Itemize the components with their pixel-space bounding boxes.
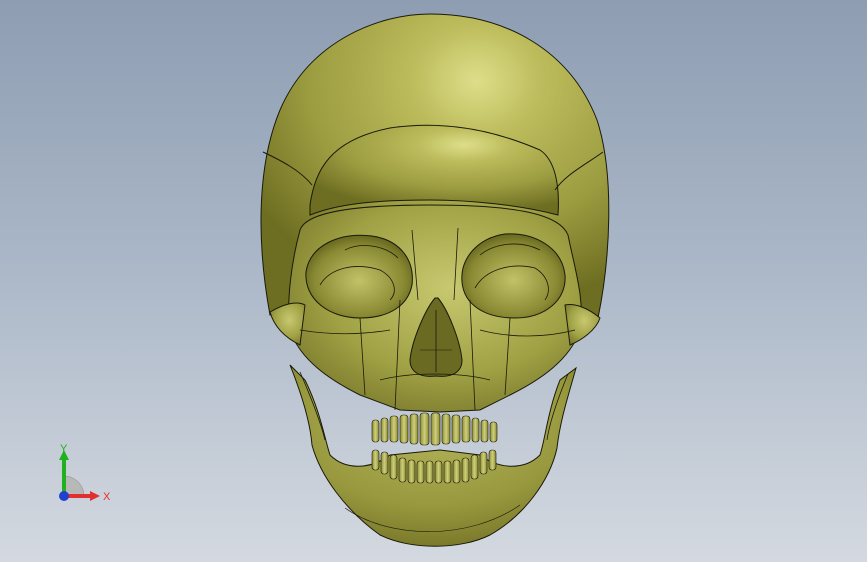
x-axis-arrowhead [90,491,100,501]
x-axis-label: X [103,491,111,503]
right-eye-socket[interactable] [461,233,566,319]
left-zygomatic[interactable] [269,302,306,346]
upper-teeth[interactable] [371,412,498,446]
axis-triad: Y X [59,443,111,503]
graphics-viewport[interactable]: Y X [0,0,867,562]
y-axis-label: Y [60,443,68,455]
skull-model[interactable] [0,0,867,562]
left-eye-socket[interactable] [305,234,413,319]
z-axis-indicator [59,491,69,501]
